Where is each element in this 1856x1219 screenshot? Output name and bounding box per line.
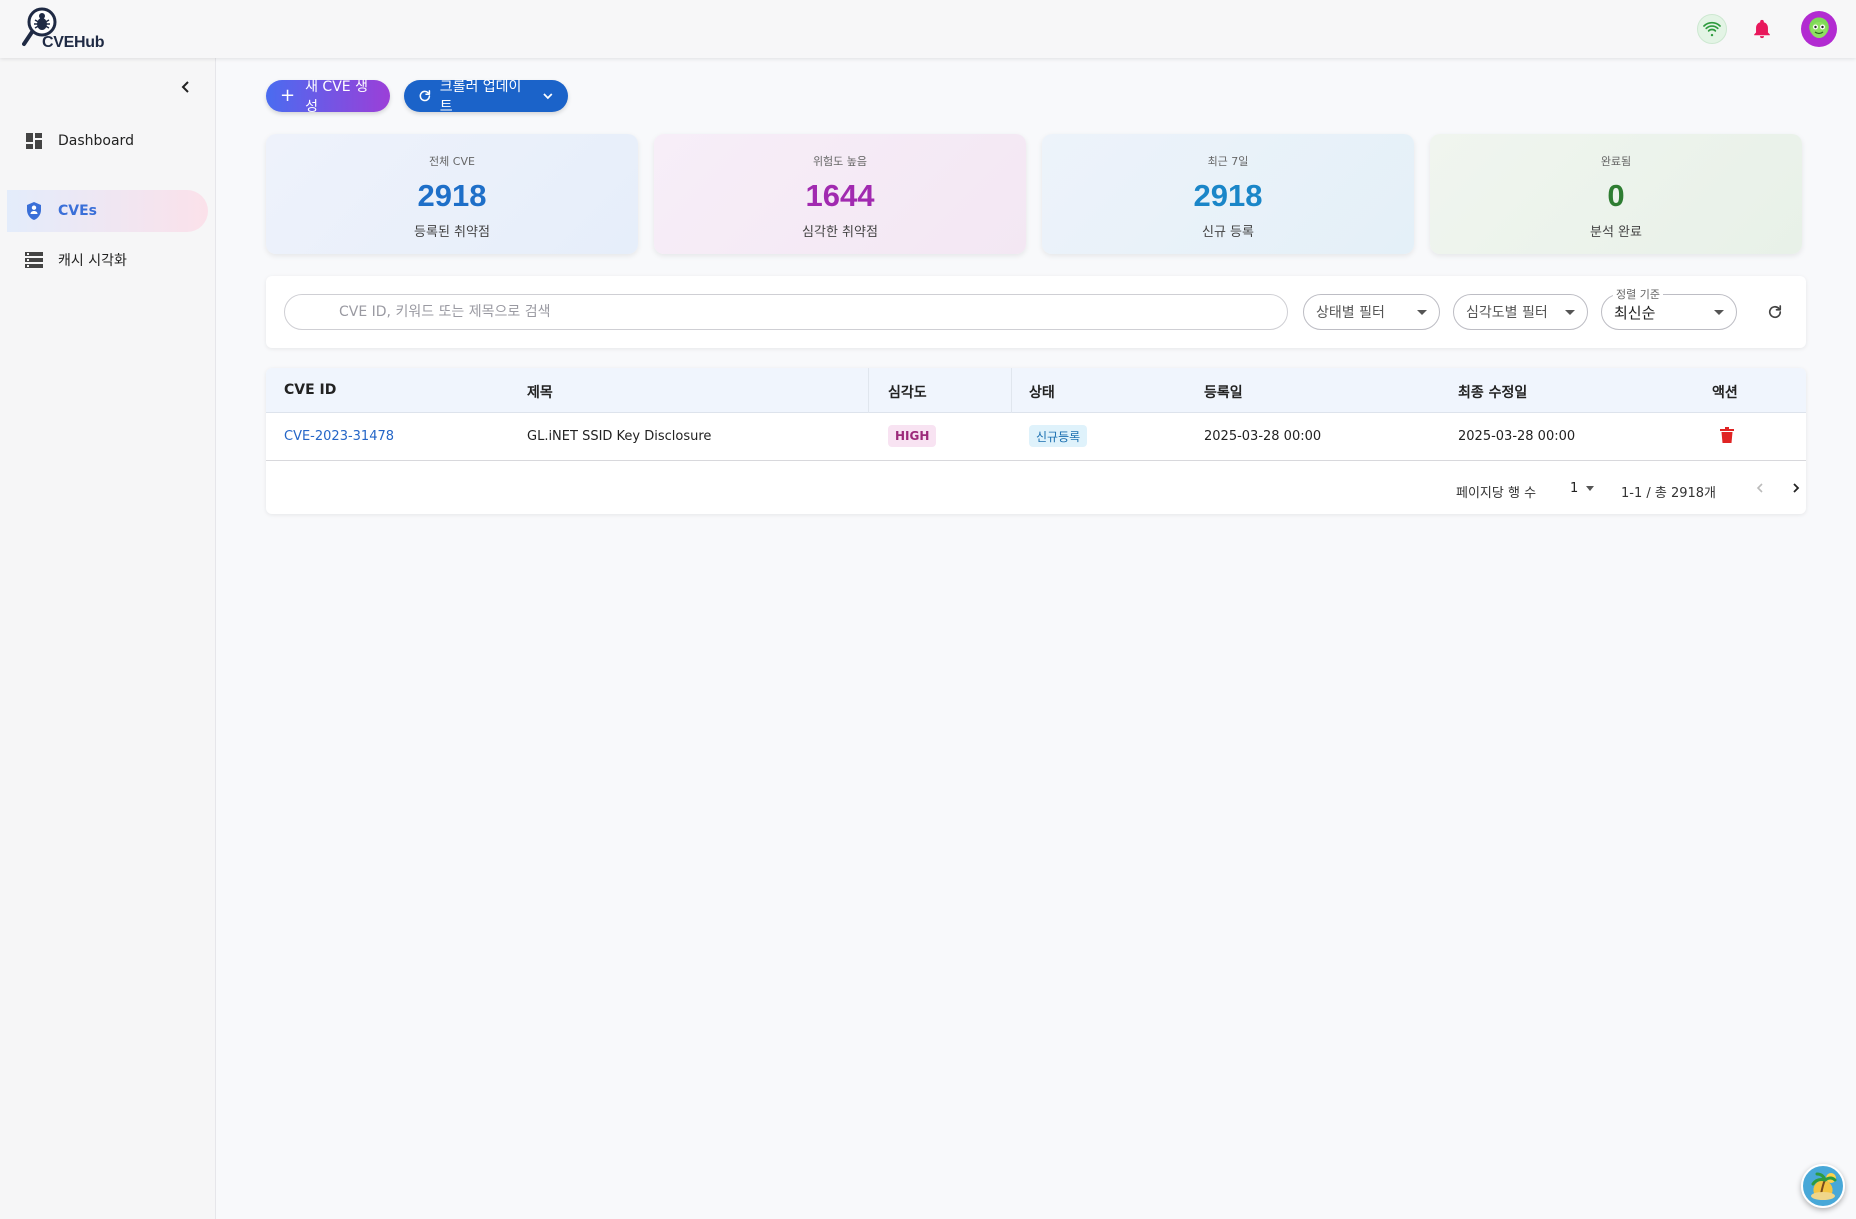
app-bar: CVEHub — [0, 0, 1856, 58]
brand-name: CVEHub — [42, 34, 105, 51]
updated-date: 2025-03-28 00:00 — [1458, 429, 1576, 444]
status-filter-select[interactable]: 상태별 필터 — [1303, 294, 1440, 330]
bell-icon — [1754, 19, 1770, 39]
chevron-right-icon — [1793, 483, 1800, 493]
crawler-update-button[interactable]: 크롤러 업데이트 — [404, 79, 568, 115]
column-header-cve-id[interactable]: CVE ID — [284, 382, 336, 398]
refresh-icon — [1768, 305, 1782, 319]
dashboard-icon — [24, 131, 44, 151]
cve-table: CVE ID 제목 심각도 상태 등록일 최종 수정일 액션 CVE-2023-… — [266, 368, 1806, 514]
stat-subtext: 등록된 취약점 — [414, 225, 490, 240]
column-divider — [868, 368, 869, 413]
status-badge: 신규등록 — [1029, 425, 1088, 447]
filter-bar: 상태별 필터 심각도별 필터 최신순 정렬 기준 — [266, 276, 1806, 348]
sidebar-item-label: 캐시 시각화 — [58, 253, 127, 269]
stat-value: 2918 — [1193, 178, 1263, 213]
sidebar-item-dashboard[interactable]: Dashboard — [7, 120, 208, 162]
column-header-updated[interactable]: 최종 수정일 — [1458, 382, 1527, 402]
caret-down-icon — [1714, 310, 1724, 315]
column-header-actions: 액션 — [1712, 385, 1738, 401]
stat-label: 최근 7일 — [1207, 155, 1249, 168]
search-input[interactable] — [284, 294, 1288, 330]
notifications-button[interactable] — [1747, 14, 1777, 44]
shield-icon — [24, 201, 44, 221]
refresh-button[interactable] — [1763, 300, 1787, 324]
next-page-button[interactable] — [1784, 476, 1808, 500]
connection-status-button[interactable] — [1697, 14, 1727, 44]
cve-id-link[interactable]: CVE-2023-31478 — [284, 429, 394, 444]
previous-page-button[interactable] — [1748, 476, 1772, 500]
caret-down-icon — [1417, 310, 1427, 315]
stat-value: 2918 — [417, 178, 487, 213]
crawler-update-label: 크롤러 업데이트 — [439, 79, 522, 115]
table-row[interactable]: CVE-2023-31478 GL.iNET SSID Key Disclosu… — [266, 413, 1806, 461]
status-filter-label: 상태별 필터 — [1316, 305, 1385, 321]
island-icon — [1811, 1172, 1837, 1200]
collapse-sidebar-button[interactable] — [175, 76, 197, 98]
chevron-left-icon — [1756, 483, 1763, 493]
stat-subtext: 분석 완료 — [1590, 225, 1642, 240]
stat-label: 완료됨 — [1600, 155, 1632, 168]
sort-label: 정렬 기준 — [1613, 286, 1663, 302]
caret-down-icon — [1565, 310, 1575, 315]
column-header-severity[interactable]: 심각도 — [888, 382, 927, 402]
rows-per-page-value: 1 — [1570, 480, 1579, 496]
pagination-range: 1-1 / 총 2918개 — [1621, 486, 1717, 501]
sidebar-item-cache-visualization[interactable]: 캐시 시각화 — [7, 239, 208, 281]
wifi-icon — [1703, 21, 1721, 37]
stat-value: 1644 — [805, 178, 875, 213]
stat-card-completed: 완료됨 0 분석 완료 — [1430, 134, 1802, 254]
created-date: 2025-03-28 00:00 — [1204, 429, 1322, 444]
stat-card-recent: 최근 7일 2918 신규 등록 — [1042, 134, 1414, 254]
severity-filter-label: 심각도별 필터 — [1466, 305, 1548, 321]
stat-subtext: 심각한 취약점 — [802, 225, 878, 240]
rows-per-page-label: 페이지당 행 수 — [1456, 486, 1537, 501]
caret-down-icon — [1586, 486, 1594, 491]
rows-per-page-select[interactable]: 1 — [1564, 474, 1598, 502]
sidebar-item-label: CVEs — [58, 203, 98, 219]
delete-button[interactable] — [1720, 427, 1738, 445]
severity-filter-select[interactable]: 심각도별 필터 — [1453, 294, 1588, 330]
storage-icon — [24, 250, 44, 270]
column-header-title[interactable]: 제목 — [527, 382, 553, 402]
stat-value: 0 — [1607, 178, 1625, 213]
plus-icon: + — [280, 85, 296, 106]
stat-label: 전체 CVE — [429, 155, 475, 168]
new-cve-label: 새 CVE 생성 — [305, 79, 368, 115]
new-cve-button[interactable]: + 새 CVE 생성 — [266, 79, 390, 115]
stat-card-high-risk: 위험도 높음 1644 심각한 취약점 — [654, 134, 1026, 254]
sidebar-item-cves[interactable]: CVEs — [7, 190, 208, 232]
table-header: CVE ID 제목 심각도 상태 등록일 최종 수정일 액션 — [266, 368, 1806, 413]
refresh-icon — [419, 90, 431, 102]
stat-card-total: 전체 CVE 2918 등록된 취약점 — [266, 134, 638, 254]
sidebar: Dashboard CVEs 캐시 시각화 — [0, 58, 216, 1219]
column-divider — [1011, 368, 1012, 413]
trash-icon — [1720, 427, 1734, 443]
stat-subtext: 신규 등록 — [1202, 225, 1254, 240]
floating-assistant-button[interactable] — [1801, 1164, 1845, 1208]
avatar-face-icon — [1811, 22, 1827, 38]
severity-badge: HIGH — [888, 425, 937, 447]
column-header-created[interactable]: 등록일 — [1204, 382, 1243, 402]
cve-title: GL.iNET SSID Key Disclosure — [527, 429, 712, 444]
chevron-down-icon — [543, 93, 553, 100]
column-header-status[interactable]: 상태 — [1029, 382, 1055, 402]
sidebar-item-label: Dashboard — [58, 133, 134, 149]
sort-value: 최신순 — [1614, 303, 1656, 322]
chevron-left-icon — [181, 81, 189, 93]
stat-label: 위험도 높음 — [812, 155, 868, 168]
user-avatar[interactable] — [1801, 11, 1837, 47]
